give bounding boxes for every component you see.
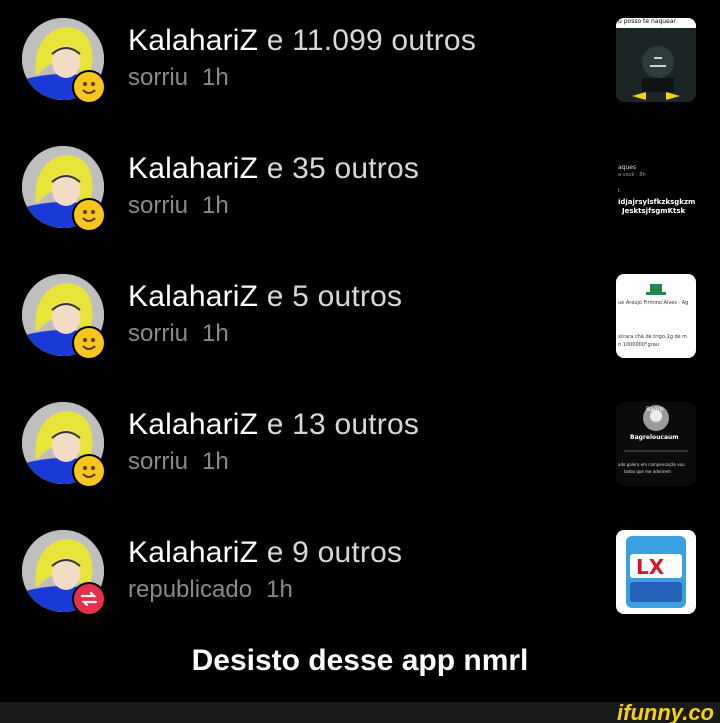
others-count: e 35 outros <box>266 152 420 185</box>
notification-feed: KalahariZ e 11.099 outros sorriu 1h u pos… <box>0 0 720 620</box>
notification-row[interactable]: KalahariZ e 9 outros republicado 1h LX <box>0 524 720 624</box>
action-label: republicado <box>128 576 253 603</box>
username[interactable]: KalahariZ <box>128 536 258 569</box>
thumb-text: todos que me aderirem <box>624 469 671 474</box>
notification-row[interactable]: KalahariZ e 35 outros sorriu 1h aques a v… <box>0 140 720 240</box>
thumb-text: Bagreloucaum <box>630 434 679 441</box>
thumb-text: i. <box>618 188 621 194</box>
smile-badge-icon <box>72 70 106 104</box>
caption-bar: Desisto desse app nmrl <box>0 620 720 702</box>
meme-caption: Desisto desse app nmrl <box>191 644 529 677</box>
smile-badge-icon <box>72 198 106 232</box>
thumb-text: JesktsjfsgmKtsk <box>622 207 686 215</box>
post-thumbnail[interactable]: u posso te naquear <box>616 18 696 102</box>
footer-bar: ifunny.co <box>0 702 720 723</box>
thumb-text: ue Araújo Firmino Alves · Ag <box>618 300 689 306</box>
ifunny-watermark: ifunny.co <box>617 700 714 723</box>
action-label: sorriu <box>128 320 189 347</box>
username[interactable]: KalahariZ <box>128 152 258 185</box>
timestamp: 1h <box>266 576 293 603</box>
thumb-text: idjajrsylsfkzksgkzm <box>618 198 696 206</box>
timestamp: 1h <box>202 448 229 475</box>
thumb-text: LX <box>636 555 665 579</box>
notification-row[interactable]: KalahariZ e 11.099 outros sorriu 1h u pos… <box>0 12 720 112</box>
action-label: sorriu <box>128 448 189 475</box>
post-thumbnail[interactable]: aques a você · 8h i. idjajrsylsfkzksgkzm… <box>616 146 696 230</box>
others-count: e 9 outros <box>266 536 403 569</box>
thumb-text: a você · 8h <box>618 172 646 178</box>
notification-row[interactable]: KalahariZ e 13 outros sorriu 1h Bagre Bag… <box>0 396 720 496</box>
username[interactable]: KalahariZ <box>128 280 258 313</box>
post-thumbnail[interactable]: Bagre Bagreloucaum ado galera em compens… <box>616 402 696 486</box>
thumb-text: ado galera em compensação vou <box>618 462 685 467</box>
notification-text: KalahariZ e 13 outros sorriu 1h <box>128 408 419 476</box>
timestamp: 1h <box>202 192 229 219</box>
others-count: e 5 outros <box>266 280 403 313</box>
smile-badge-icon <box>72 454 106 488</box>
others-count: e 13 outros <box>266 408 420 441</box>
thumb-text: u posso te naquear <box>618 18 676 25</box>
action-label: sorriu <box>128 64 189 91</box>
notification-text: KalahariZ e 5 outros sorriu 1h <box>128 280 402 348</box>
others-count: e 11.099 outros <box>266 24 477 57</box>
timestamp: 1h <box>202 320 229 347</box>
post-thumbnail[interactable]: ue Araújo Firmino Alves · Ag xícara chá … <box>616 274 696 358</box>
notification-row[interactable]: KalahariZ e 5 outros sorriu 1h ue Araújo … <box>0 268 720 368</box>
notification-text: KalahariZ e 9 outros republicado 1h <box>128 536 402 604</box>
notification-text: KalahariZ e 11.099 outros sorriu 1h <box>128 24 476 92</box>
repost-badge-icon <box>72 582 106 616</box>
thumb-text: xícara chá de trigo,1g de m <box>618 334 688 340</box>
thumb-text: aques <box>618 164 637 171</box>
action-label: sorriu <box>128 192 189 219</box>
thumb-text: Bagre <box>646 406 664 413</box>
smile-badge-icon <box>72 326 106 360</box>
notification-text: KalahariZ e 35 outros sorriu 1h <box>128 152 419 220</box>
thumb-text: n 1000000°grau <box>618 342 659 348</box>
timestamp: 1h <box>202 64 229 91</box>
post-thumbnail[interactable]: LX <box>616 530 696 614</box>
username[interactable]: KalahariZ <box>128 24 258 57</box>
username[interactable]: KalahariZ <box>128 408 258 441</box>
